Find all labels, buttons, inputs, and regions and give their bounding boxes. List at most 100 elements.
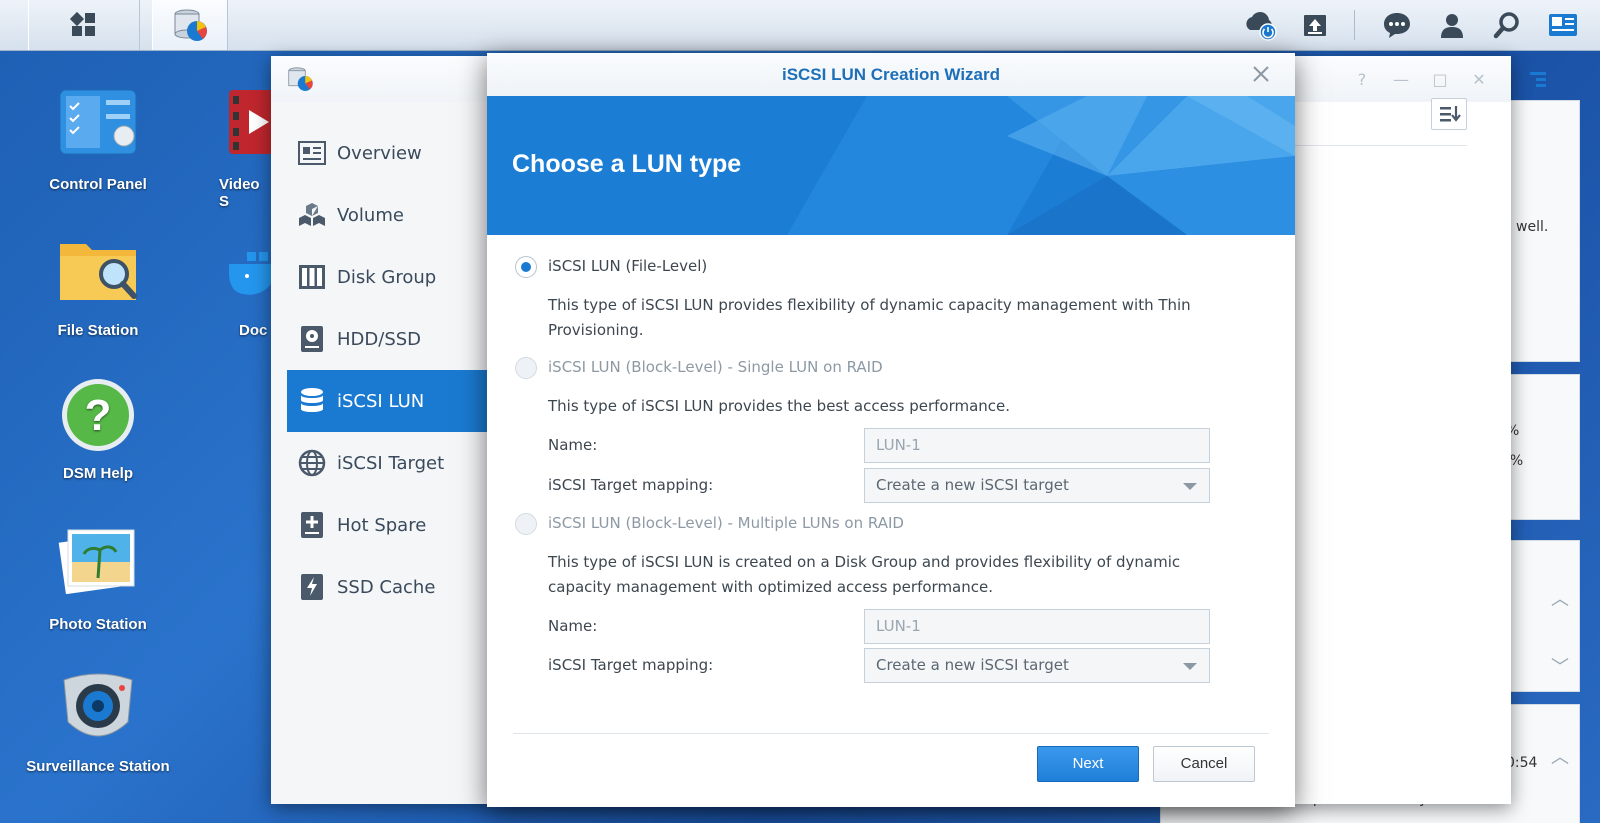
name-input-single[interactable]: LUN-1 [864, 428, 1210, 463]
widget-menu-icon[interactable] [1528, 69, 1552, 93]
name-label: Name: [548, 617, 598, 635]
desktop-icon-label: Photo Station [49, 616, 147, 633]
maximize-button[interactable]: □ [1430, 70, 1450, 90]
wizard-title: iSCSI LUN Creation Wizard [487, 53, 1295, 96]
upload-icon[interactable] [1298, 8, 1332, 42]
taskbar-separator [1354, 10, 1355, 40]
main-menu-button[interactable] [28, 0, 140, 50]
storage-manager-app-icon [288, 67, 313, 91]
desktop-icon-label: Control Panel [49, 176, 147, 193]
iscsi-lun-wizard-dialog: iSCSI LUN Creation Wizard Choose a LUN t… [487, 53, 1295, 807]
cancel-button[interactable]: Cancel [1153, 746, 1255, 782]
desktop-icon-label: Doc [239, 322, 268, 339]
wizard-footer-divider [513, 733, 1269, 734]
desktop-icon-photo-station[interactable]: Photo Station [13, 528, 183, 633]
close-icon [1253, 66, 1269, 82]
sidebar-item-label: SSD Cache [337, 576, 436, 598]
notification-icon[interactable] [1380, 8, 1414, 42]
desktop-icon-video-station[interactable]: Video S [183, 88, 273, 210]
mapping-label: iSCSI Target mapping: [548, 656, 714, 674]
wizard-banner: Choose a LUN type [487, 96, 1295, 235]
storage-manager-content [1271, 98, 1511, 804]
wizard-heading: Choose a LUN type [512, 150, 742, 178]
sidebar-item-label: iSCSI LUN [337, 390, 425, 412]
chevron-up-icon[interactable]: ︿ [1551, 585, 1569, 611]
taskbar-storage-manager[interactable] [152, 0, 228, 50]
storage-manager-icon [174, 9, 207, 41]
sidebar-item-volume[interactable]: Volume [287, 184, 489, 246]
docker-icon [229, 234, 273, 314]
storage-manager-sidebar: Overview Volume Disk Group HDD/SSD iSCSI… [271, 102, 489, 804]
sidebar-item-label: Disk Group [337, 266, 437, 288]
search-icon[interactable] [1490, 8, 1524, 42]
taskbar [0, 0, 1600, 51]
sidebar-item-label: Hot Spare [337, 514, 427, 536]
name-input-multiple[interactable]: LUN-1 [864, 609, 1210, 644]
name-label: Name: [548, 436, 598, 454]
sidebar-item-ssd-cache[interactable]: SSD Cache [287, 556, 489, 618]
desktop-icon-docker[interactable]: Doc [183, 234, 273, 339]
sidebar-item-label: Volume [337, 204, 404, 226]
next-button[interactable]: Next [1037, 746, 1139, 782]
cloud-sync-icon[interactable] [1243, 8, 1277, 42]
chevron-down-icon [1183, 663, 1197, 670]
sidebar-item-label: Overview [337, 142, 422, 164]
sidebar-item-overview[interactable]: Overview [287, 122, 489, 184]
minimize-button[interactable]: — [1391, 70, 1411, 90]
desktop-icon-file-station[interactable]: File Station [13, 234, 183, 339]
surveillance-station-icon [58, 670, 138, 750]
hot-spare-icon [297, 510, 327, 540]
sidebar-item-iscsi-lun[interactable]: iSCSI LUN [287, 370, 489, 432]
close-button[interactable]: ✕ [1469, 70, 1489, 90]
help-icon: ? [58, 377, 138, 457]
overview-icon [297, 138, 327, 168]
option-description-file-level: This type of iSCSI LUN provides flexibil… [548, 296, 1191, 339]
mapping-select-value: Create a new iSCSI target [876, 656, 1069, 674]
sidebar-item-iscsi-target[interactable]: iSCSI Target [287, 432, 489, 494]
help-button[interactable]: ? [1352, 70, 1372, 90]
desktop-icon-label: DSM Help [62, 465, 133, 482]
mapping-select-multiple[interactable]: Create a new iSCSI target [864, 648, 1210, 683]
option-description-block-level-single: This type of iSCSI LUN provides the best… [548, 397, 1011, 415]
content-divider [1271, 145, 1467, 146]
desktop-icon-surveillance-station[interactable]: Surveillance Station [13, 670, 183, 775]
sidebar-item-hdd-ssd[interactable]: HDD/SSD [287, 308, 489, 370]
option-label-file-level: iSCSI LUN (File-Level) [548, 257, 708, 275]
desktop-icon-label: Surveillance Station [26, 758, 170, 775]
desktop-icon-control-panel[interactable]: Control Panel [13, 88, 183, 193]
globe-icon [297, 448, 327, 478]
video-station-icon [229, 88, 273, 168]
radio-block-level-single[interactable] [515, 357, 537, 379]
sidebar-item-hot-spare[interactable]: Hot Spare [287, 494, 489, 556]
photo-station-icon [58, 528, 138, 608]
wizard-close-button[interactable] [1249, 62, 1273, 86]
sort-button[interactable] [1431, 98, 1467, 130]
sidebar-item-label: iSCSI Target [337, 452, 445, 474]
control-panel-icon [58, 88, 138, 168]
user-icon[interactable] [1435, 8, 1469, 42]
mapping-label: iSCSI Target mapping: [548, 476, 714, 494]
chevron-down-icon[interactable]: ﹀ [1551, 653, 1569, 679]
radio-file-level[interactable] [515, 256, 537, 278]
desktop-icon-dsm-help[interactable]: ? DSM Help [13, 377, 183, 482]
volume-icon [297, 200, 327, 230]
main-menu-icon [69, 11, 95, 36]
svg-text:?: ? [85, 391, 112, 440]
chevron-up-icon[interactable]: ︿ [1551, 743, 1569, 769]
desktop-icon-label: Video S [219, 176, 260, 210]
ssd-cache-icon [297, 572, 327, 602]
chevron-down-icon [1183, 483, 1197, 490]
radio-block-level-multiple[interactable] [515, 513, 537, 535]
sidebar-item-disk-group[interactable]: Disk Group [287, 246, 489, 308]
widget-text: well. [1516, 219, 1549, 235]
file-station-icon [58, 234, 138, 314]
hdd-icon [297, 324, 327, 354]
sidebar-item-label: HDD/SSD [337, 328, 422, 350]
desktop-icon-label: File Station [57, 322, 139, 339]
widgets-icon[interactable] [1546, 8, 1580, 42]
database-icon [297, 386, 327, 416]
disk-group-icon [297, 262, 327, 292]
mapping-select-value: Create a new iSCSI target [876, 476, 1069, 494]
mapping-select-single[interactable]: Create a new iSCSI target [864, 468, 1210, 503]
option-description-block-level-multiple: This type of iSCSI LUN is created on a D… [548, 553, 1181, 596]
